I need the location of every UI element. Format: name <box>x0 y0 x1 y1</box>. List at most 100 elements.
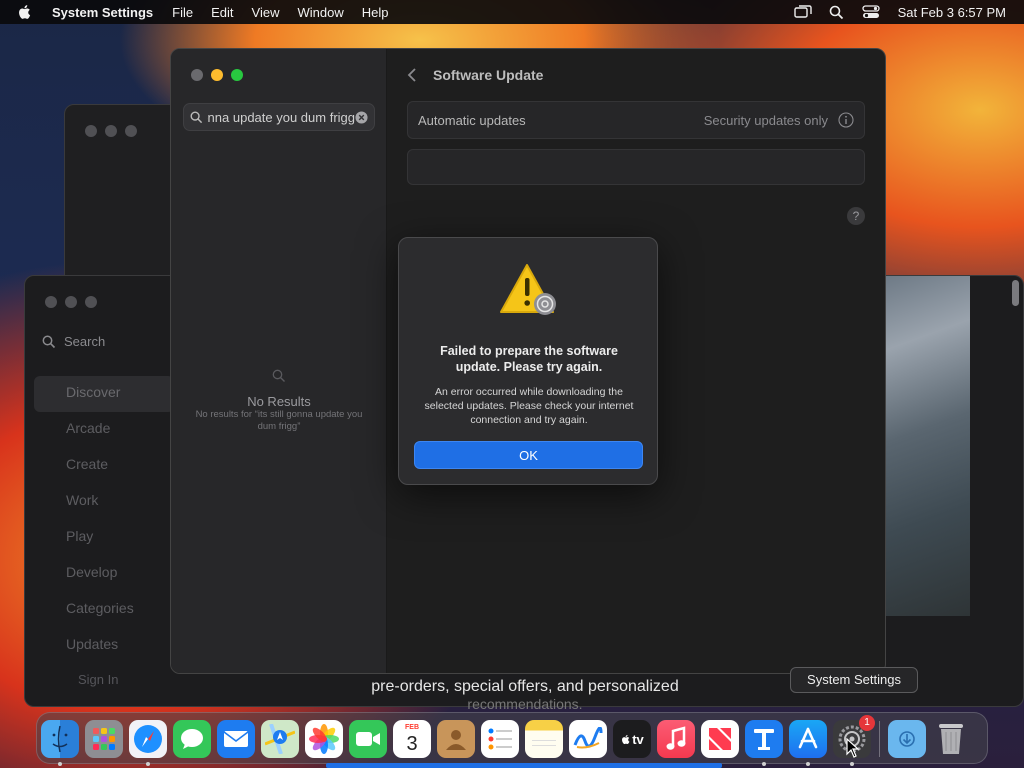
dock-mail[interactable] <box>217 720 255 758</box>
settings-header: Software Update <box>407 67 543 83</box>
running-indicator <box>762 762 766 766</box>
page-title: Software Update <box>433 67 544 83</box>
launchpad-grid-icon <box>93 728 115 750</box>
mouse-cursor-icon <box>846 738 860 758</box>
window-controls <box>191 69 243 81</box>
no-results: No Results No results for “its still gon… <box>171 369 387 433</box>
speech-bubble-icon <box>181 729 203 749</box>
calendar-month: FEB <box>405 724 419 731</box>
screen-mirroring-icon[interactable] <box>793 4 812 20</box>
dock-messages[interactable] <box>173 720 211 758</box>
dialog-message: An error occurred while downloading the … <box>424 386 634 426</box>
calendar-day: 3 <box>406 733 418 755</box>
dock-trash[interactable] <box>932 720 970 758</box>
search-icon <box>42 335 56 348</box>
video-camera-icon <box>356 732 380 746</box>
search-input-value[interactable]: its still gonna update you dum frigg <box>207 110 355 125</box>
automatic-updates-row[interactable]: Automatic updates Security updates only <box>407 101 865 139</box>
apple-logo-icon <box>622 734 630 744</box>
photos-flower-icon <box>309 724 339 754</box>
contact-person-icon <box>446 730 466 750</box>
apple-logo-icon[interactable] <box>16 3 34 21</box>
window-controls <box>85 125 137 137</box>
promo-text: pre-orders, special offers, and personal… <box>300 678 750 712</box>
dock-progress-bar <box>326 763 722 768</box>
running-indicator <box>146 762 150 766</box>
menu-clock[interactable]: Sat Feb 3 6:57 PM <box>898 5 1006 20</box>
dialog-title: Failed to prepare the software update. P… <box>440 344 618 374</box>
sign-in-link[interactable]: Sign In <box>78 672 118 687</box>
dock-music[interactable] <box>657 720 695 758</box>
envelope-icon <box>223 731 249 747</box>
menu-file[interactable]: File <box>163 5 202 20</box>
menu-bar: System Settings File Edit View Window He… <box>0 0 1024 24</box>
trash-can-icon <box>939 724 963 754</box>
dock-tv[interactable]: tv <box>613 720 651 758</box>
clear-search-icon[interactable] <box>355 110 368 124</box>
update-status-box <box>407 149 865 185</box>
sidebar-item-categories[interactable]: Categories <box>34 592 174 628</box>
window-controls <box>45 296 97 308</box>
dock-tooltip: System Settings <box>790 667 918 693</box>
podium-icon <box>754 729 774 750</box>
help-button[interactable]: ? <box>847 207 865 225</box>
menu-app-name[interactable]: System Settings <box>44 5 163 20</box>
app-store-sidebar: Discover Arcade Create Work Play Develop… <box>34 376 174 664</box>
promo-line-2: recommendations. <box>467 696 583 712</box>
dock-finder[interactable] <box>41 720 79 766</box>
news-icon <box>709 728 731 750</box>
dock-keynote[interactable] <box>745 720 783 766</box>
sidebar-item-play[interactable]: Play <box>34 520 174 556</box>
sidebar-item-discover[interactable]: Discover <box>34 376 174 412</box>
automatic-updates-label: Automatic updates <box>418 112 526 128</box>
sidebar-item-updates[interactable]: Updates <box>34 628 174 664</box>
app-store-search[interactable]: Search <box>42 334 105 349</box>
menu-edit[interactable]: Edit <box>202 5 242 20</box>
settings-sidebar: its still gonna update you dum frigg No … <box>171 49 387 673</box>
dock-photos[interactable] <box>305 720 343 758</box>
scrollbar[interactable] <box>1012 280 1019 306</box>
dock-safari[interactable] <box>129 720 167 766</box>
dock-notes[interactable] <box>525 720 563 758</box>
download-arrow-icon <box>899 731 915 747</box>
dock-facetime[interactable] <box>349 720 387 758</box>
music-note-icon <box>666 726 686 750</box>
info-icon[interactable] <box>838 112 854 128</box>
settings-search-field[interactable]: its still gonna update you dum frigg <box>183 103 375 131</box>
compass-icon <box>134 725 162 753</box>
sidebar-item-arcade[interactable]: Arcade <box>34 412 174 448</box>
dock-downloads-folder[interactable] <box>888 720 926 758</box>
warning-icon <box>500 264 556 315</box>
dock-news[interactable] <box>701 720 739 758</box>
dock-maps[interactable] <box>261 720 299 758</box>
error-dialog: Failed to prepare the software update. P… <box>398 237 658 485</box>
notification-badge: 1 <box>859 715 875 731</box>
dock-calendar[interactable]: FEB 3 <box>393 720 431 758</box>
menu-help[interactable]: Help <box>353 5 398 20</box>
menu-window[interactable]: Window <box>288 5 352 20</box>
running-indicator <box>806 762 810 766</box>
control-center-icon[interactable] <box>861 4 880 20</box>
promo-line-1: pre-orders, special offers, and personal… <box>371 678 679 695</box>
no-results-text: No results for “its still gonna update y… <box>195 409 363 432</box>
app-store-search-placeholder: Search <box>64 334 106 349</box>
dock-freeform[interactable] <box>569 720 607 758</box>
minimize-button[interactable] <box>211 69 223 81</box>
spotlight-search-icon[interactable] <box>828 4 846 20</box>
dock-app-store[interactable] <box>789 720 827 766</box>
tv-label: tv <box>632 731 644 747</box>
no-results-title: No Results <box>247 394 311 409</box>
app-store-a-icon <box>798 727 818 749</box>
running-indicator <box>58 762 62 766</box>
dock-reminders[interactable] <box>481 720 519 758</box>
zoom-button[interactable] <box>231 69 243 81</box>
menu-view[interactable]: View <box>243 5 289 20</box>
dock-launchpad[interactable] <box>85 720 123 758</box>
dock-contacts[interactable] <box>437 720 475 758</box>
back-chevron-icon[interactable] <box>407 68 417 82</box>
ok-button[interactable]: OK <box>414 441 643 469</box>
sidebar-item-create[interactable]: Create <box>34 448 174 484</box>
close-button[interactable] <box>191 69 203 81</box>
sidebar-item-work[interactable]: Work <box>34 484 174 520</box>
sidebar-item-develop[interactable]: Develop <box>34 556 174 592</box>
